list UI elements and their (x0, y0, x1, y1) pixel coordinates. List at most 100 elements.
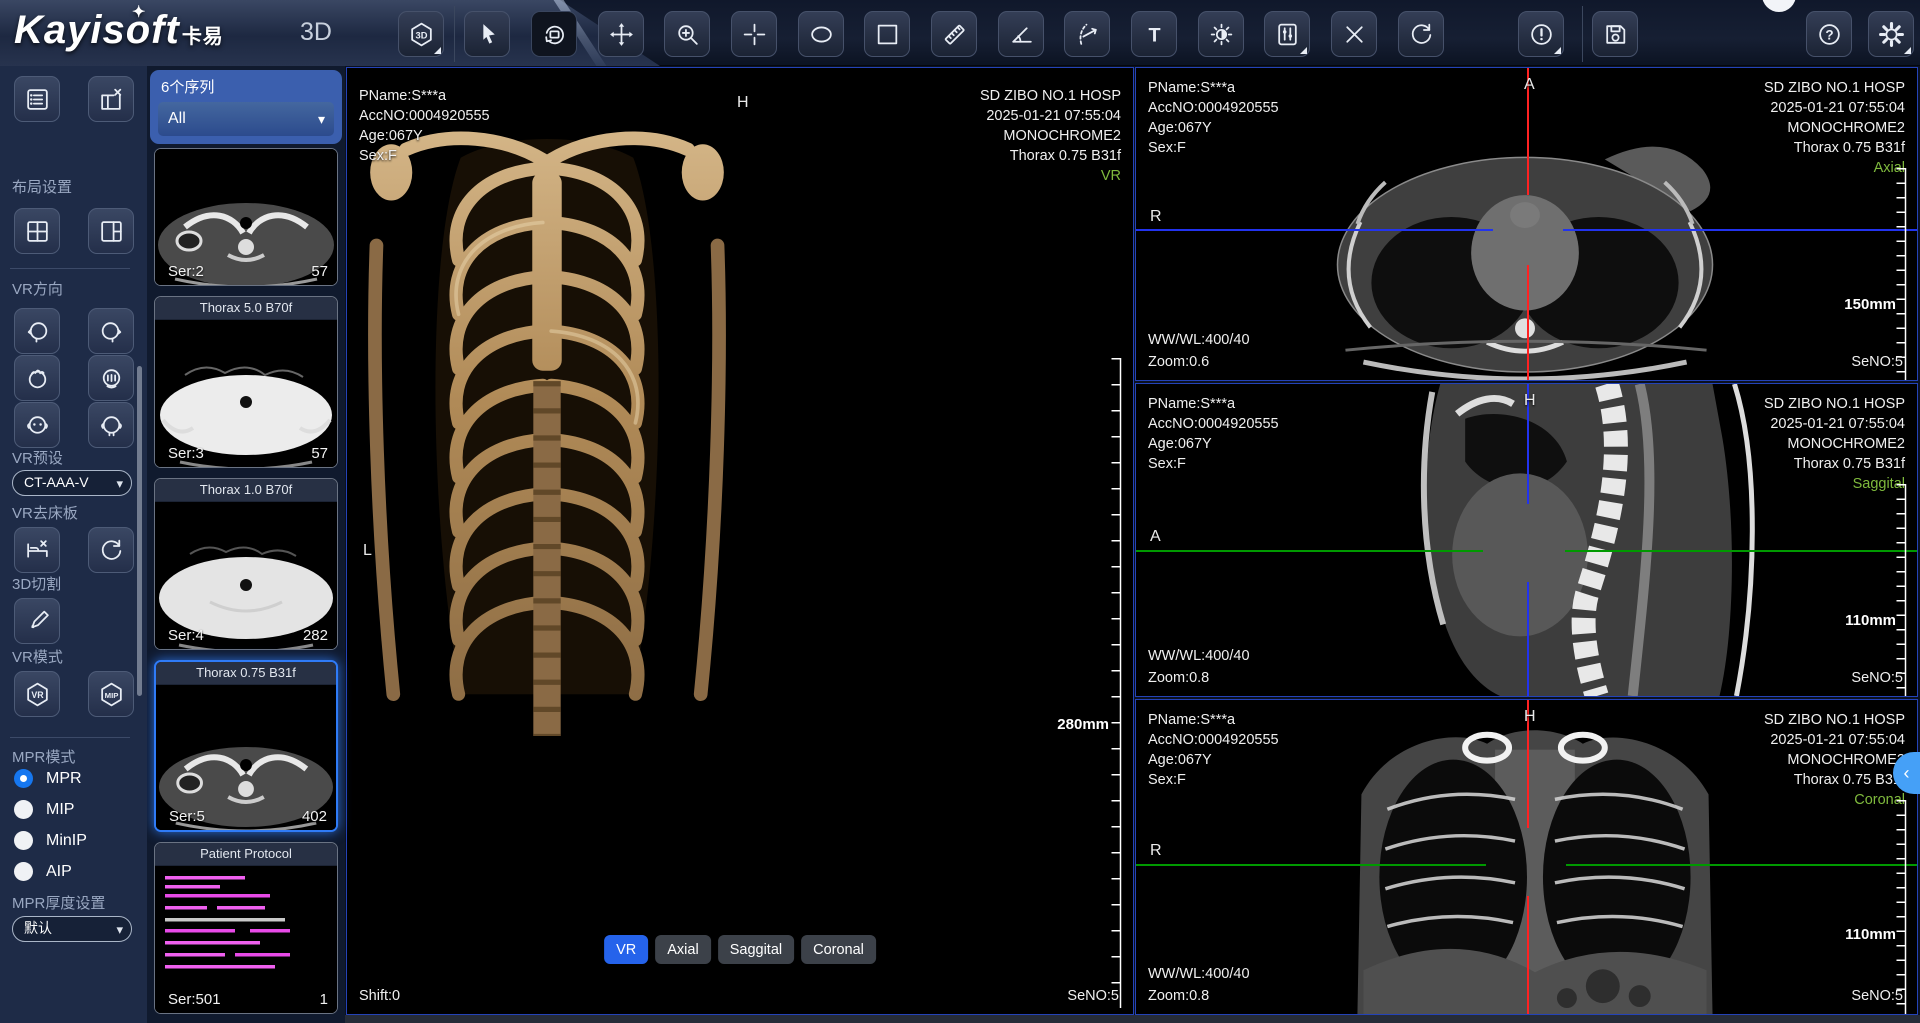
view-button-axial[interactable]: Axial (655, 935, 710, 964)
report-alert-button[interactable] (1518, 11, 1564, 57)
crosshair-vertical-line[interactable] (1527, 265, 1529, 381)
cobb-angle-icon (1074, 21, 1101, 48)
sagittal-viewport[interactable]: PName:S***a AccNO:0004920555 Age:067Y Se… (1135, 383, 1918, 697)
vr-mode-vr-button[interactable]: VR (14, 671, 60, 717)
scale-label: 280mm (1057, 716, 1109, 733)
mpr-radio-minip[interactable]: MinIP (14, 831, 87, 850)
vr-head-right-button[interactable] (88, 308, 134, 354)
vr-head-left-button[interactable] (14, 308, 60, 354)
delete-annotation-button[interactable] (1331, 11, 1377, 57)
series-number: Ser:2 (168, 263, 204, 280)
head-bottom-icon (98, 365, 125, 392)
radio-selected-icon (14, 769, 33, 788)
coronal-viewport[interactable]: PName:S***a AccNO:0004920555 Age:067Y Se… (1135, 699, 1918, 1015)
angle-icon (1008, 21, 1035, 48)
mpr-thickness-dropdown[interactable]: 默认 ▾ (12, 916, 132, 942)
adjust-panel-button[interactable] (1264, 11, 1310, 57)
cobb-angle-tool-button[interactable] (1064, 11, 1110, 57)
radio-label: MIP (46, 801, 74, 819)
series-thumbnail-2[interactable]: Ser:2 57 (154, 148, 338, 286)
mpr-radio-mpr[interactable]: MPR (14, 769, 82, 788)
patient-age: Age:067Y (1148, 436, 1212, 452)
mpr-thickness-value: 默认 (24, 920, 52, 936)
view-switch-group: VR Axial Saggital Coronal (604, 935, 876, 964)
series-number: Ser:3 (168, 445, 204, 462)
scale-ruler (1109, 358, 1123, 1008)
settings-button[interactable] (1868, 11, 1914, 57)
save-button[interactable] (1592, 11, 1638, 57)
help-button[interactable]: ? (1806, 11, 1852, 57)
crosshair-horizontal-line[interactable] (1566, 864, 1918, 866)
sidebar-divider (10, 268, 130, 269)
vr-viewport[interactable]: PName:S***a AccNO:0004920555 Age:067Y Se… (346, 67, 1134, 1015)
crosshair-horizontal-line[interactable] (1136, 229, 1493, 231)
ellipse-roi-button[interactable] (798, 11, 844, 57)
patient-accno: AccNO:0004920555 (359, 108, 490, 124)
layout-series-list-button[interactable] (14, 76, 60, 122)
view-button-vr[interactable]: VR (604, 935, 648, 964)
mpr-radio-aip[interactable]: AIP (14, 862, 72, 881)
reset-view-button[interactable] (1398, 11, 1444, 57)
crosshair-tool-button[interactable] (731, 11, 777, 57)
crosshair-horizontal-line[interactable] (1565, 550, 1918, 552)
head-right-icon (98, 318, 125, 345)
bed-reset-button[interactable] (88, 527, 134, 573)
layout-main-right-button[interactable] (88, 208, 134, 254)
3d-hexagon-icon: 3D (408, 21, 435, 48)
chevron-left-icon: ‹ (1904, 763, 1910, 784)
vr-mode-mip-button[interactable]: MIP (88, 671, 134, 717)
patient-accno: AccNO:0004920555 (1148, 100, 1279, 116)
cursor-tool-button[interactable] (464, 11, 510, 57)
series-thumbnail-501[interactable]: Patient Protocol Ser:501 1 (154, 842, 338, 1014)
toolbar-separator (454, 6, 455, 62)
crosshair-vertical-line[interactable] (1527, 896, 1529, 1015)
window-level-button[interactable] (1198, 11, 1244, 57)
view-button-coronal[interactable]: Coronal (801, 935, 876, 964)
orientation-marker-top: A (1524, 76, 1535, 94)
vr-head-posterior-button[interactable] (88, 402, 134, 448)
remove-bed-button[interactable] (14, 527, 60, 573)
patient-name: PName:S***a (1148, 712, 1235, 728)
zoom-tool-button[interactable] (664, 11, 710, 57)
series-filter-dropdown[interactable]: All ▾ (158, 102, 334, 136)
vr-preset-dropdown[interactable]: CT-AAA-V ▾ (12, 470, 132, 496)
3d-layout-button[interactable]: 3D (398, 11, 444, 57)
series-number: Ser:4 (168, 627, 204, 644)
scale-label: 110mm (1845, 926, 1896, 943)
vr-head-superior-button[interactable] (14, 355, 60, 401)
head-back-icon (98, 412, 125, 439)
sidebar-scrollbar[interactable] (137, 366, 142, 696)
text-annotation-button[interactable]: T (1131, 11, 1177, 57)
pan-tool-button[interactable] (598, 11, 644, 57)
ruler-tool-button[interactable] (931, 11, 977, 57)
user-avatar[interactable] (1762, 0, 1796, 12)
crosshair-horizontal-line[interactable] (1136, 550, 1483, 552)
crosshair-horizontal-line[interactable] (1563, 229, 1918, 231)
scalpel-cut-button[interactable] (14, 598, 60, 644)
crosshair-vertical-line[interactable] (1527, 582, 1529, 697)
layout-close-panel-button[interactable] (88, 76, 134, 122)
layout-grid-2x2-button[interactable] (14, 208, 60, 254)
series-title: Thorax 5.0 B70f (155, 297, 337, 320)
series-thumbnail-3[interactable]: Thorax 5.0 B70f Ser:3 57 (154, 296, 338, 468)
brightness-icon (1208, 21, 1235, 48)
axial-viewport[interactable]: PName:S***a AccNO:0004920555 Age:067Y Se… (1135, 67, 1918, 381)
angle-tool-button[interactable] (998, 11, 1044, 57)
layout-section-label: 布局设置 (12, 176, 72, 197)
crosshair-horizontal-line[interactable] (1136, 864, 1486, 866)
hospital-name: SD ZIBO NO.1 HOSP (1764, 396, 1905, 412)
vr-head-anterior-button[interactable] (14, 402, 60, 448)
logo-text-cn: 卡易 (182, 26, 224, 48)
series-image-count: 1 (320, 991, 328, 1008)
mpr-radio-mip[interactable]: MIP (14, 800, 74, 819)
series-thumbnail-5[interactable]: Thorax 0.75 B31f Ser:5 402 (154, 660, 338, 832)
vr-hexagon-icon: VR (24, 681, 51, 708)
patient-sex: Sex:F (1148, 456, 1186, 472)
rectangle-roi-button[interactable] (864, 11, 910, 57)
window-level-value: WW/WL:400/40 (1148, 332, 1250, 348)
vr-head-inferior-button[interactable] (88, 355, 134, 401)
radio-label: AIP (46, 863, 72, 881)
series-thumbnail-4[interactable]: Thorax 1.0 B70f Ser:4 282 (154, 478, 338, 650)
rotate-3d-tool-button[interactable] (531, 11, 577, 57)
view-button-saggital[interactable]: Saggital (718, 935, 794, 964)
